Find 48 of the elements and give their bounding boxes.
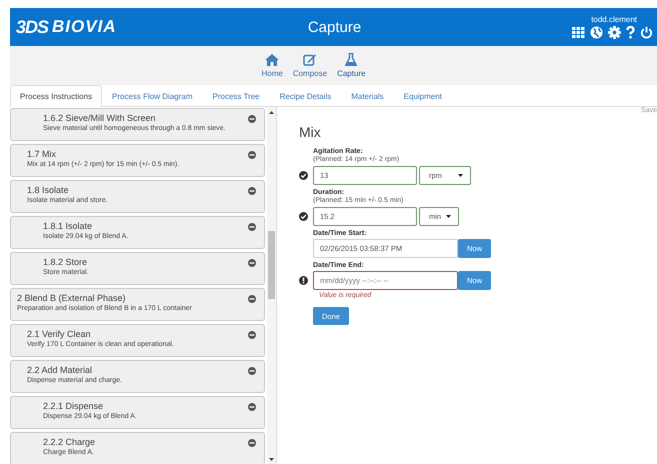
step-title: 2.1 Verify Clean — [27, 329, 92, 339]
tab[interactable]: Process Flow Diagram — [102, 85, 202, 107]
globe-icon[interactable] — [590, 26, 603, 39]
scroll-down-icon[interactable] — [269, 458, 274, 461]
tab[interactable]: Recipe Details — [270, 85, 342, 107]
collapse-icon[interactable] — [248, 439, 256, 447]
collapse-icon[interactable] — [248, 187, 256, 195]
nav-button[interactable]: Compose — [288, 46, 332, 85]
step-title: 1.8.2 Store — [43, 257, 88, 267]
step-title: 2.2 Add Material — [27, 365, 94, 375]
grid-icon[interactable] — [572, 26, 585, 38]
edit-icon — [302, 53, 317, 66]
step-title: 2 Blend B (External Phase) — [17, 293, 127, 303]
scroll-thumb[interactable] — [268, 231, 275, 299]
step-title: 2.2.2 Charge — [43, 437, 96, 447]
collapse-icon[interactable] — [248, 259, 256, 267]
settings-icon[interactable] — [608, 26, 621, 39]
step-title: 2.2.1 Dispense — [43, 401, 104, 411]
nav-button[interactable]: Home — [257, 46, 287, 85]
home-icon — [265, 54, 280, 66]
step-title: 1.8 Isolate — [27, 185, 70, 195]
step-title: 1.7 Mix — [27, 149, 58, 159]
tab[interactable]: Process Tree — [202, 85, 270, 107]
app-title: Capture — [308, 18, 362, 36]
power-icon[interactable] — [640, 26, 653, 39]
scrollbar[interactable] — [267, 107, 276, 464]
flask-icon — [345, 53, 358, 66]
nav-button[interactable]: Capture — [333, 46, 370, 85]
logo-text: BIOVIA — [52, 17, 117, 37]
tab[interactable]: Process Instructions — [10, 85, 102, 107]
collapse-icon[interactable] — [248, 223, 256, 231]
dropdown-icon — [446, 215, 451, 218]
step-title: 1.8.1 Isolate — [43, 221, 94, 231]
collapse-icon[interactable] — [248, 295, 256, 303]
section-title: Mix — [299, 124, 322, 140]
collapse-icon[interactable] — [248, 331, 256, 339]
logo-mark: 3DS — [16, 16, 48, 38]
dropdown-icon — [458, 174, 463, 177]
collapse-icon[interactable] — [248, 403, 256, 411]
tab[interactable]: Equipment — [394, 85, 452, 107]
tab[interactable]: Materials — [341, 85, 394, 107]
user-name: todd.clement — [591, 15, 637, 24]
collapse-icon[interactable] — [248, 115, 256, 123]
collapse-icon[interactable] — [248, 151, 256, 159]
help-icon[interactable] — [626, 26, 635, 39]
scroll-up-icon[interactable] — [269, 111, 274, 114]
step-title: 1.6.2 Sieve/Mill With Screen — [43, 113, 157, 123]
collapse-icon[interactable] — [248, 367, 256, 375]
